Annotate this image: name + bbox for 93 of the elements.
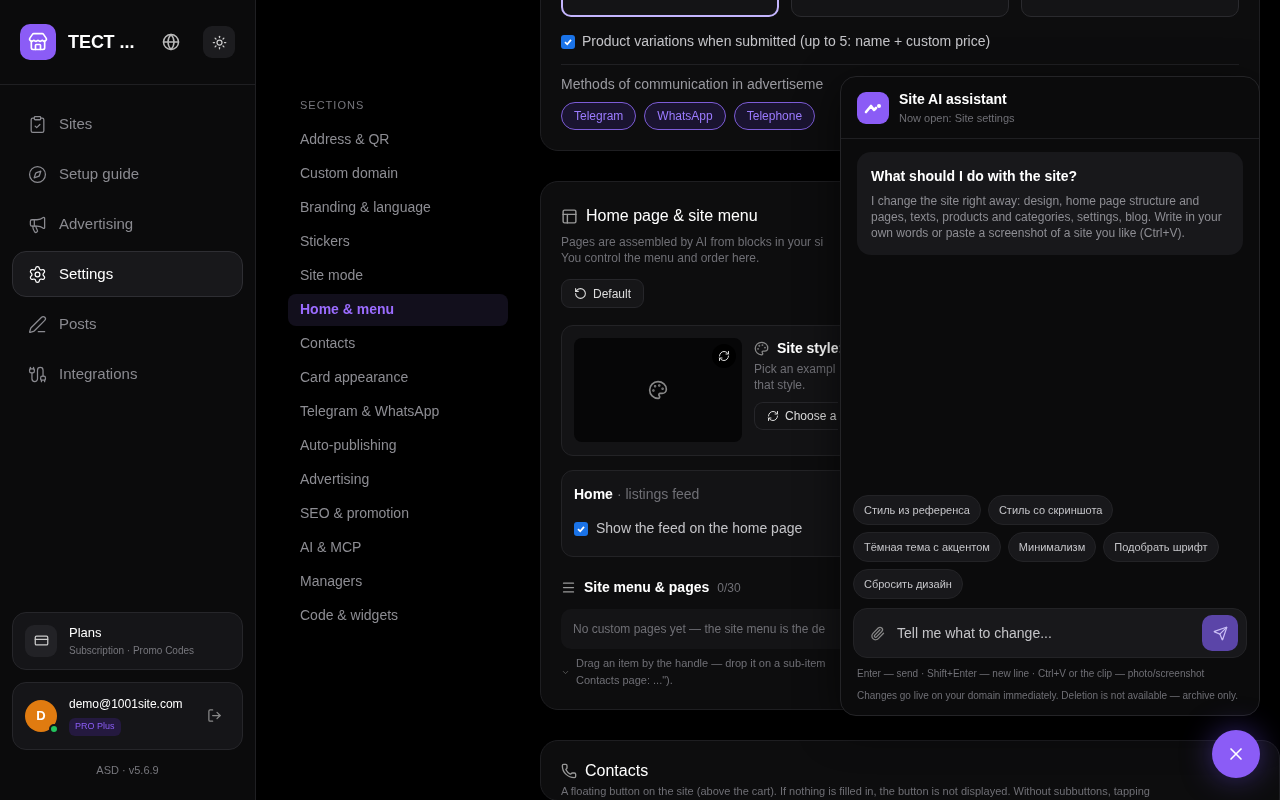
nav-item[interactable]: Integrations [12, 351, 243, 397]
section-link[interactable]: SEO & promotion [288, 497, 508, 530]
suggestion-chip[interactable]: Сбросить дизайн [853, 569, 963, 599]
paperclip-icon[interactable] [870, 625, 885, 641]
menu-icon [561, 580, 576, 595]
input-hint: Enter — send · Shift+Enter — new line · Ctrl+V or the clip — photo/screenshot [856, 667, 1206, 681]
check-icon [576, 523, 586, 534]
menu-hint: Drag an item by the handle — drop it on a sub-item Contacts page: ..."). [576, 656, 826, 688]
assistant-logo-icon [857, 91, 889, 124]
card-title: Contacts [585, 761, 649, 781]
avatar: D [25, 699, 57, 732]
nav-item[interactable]: Advertising [12, 201, 243, 247]
suggestion-chip[interactable]: Тёмная тема с акцентом [853, 532, 1001, 562]
card-description: A floating button on the site (above the cart). If nothing is filled in, the button is not displayed. Without subbuttons, tapping [561, 785, 1151, 798]
pen-icon [28, 314, 47, 334]
message-title: What should I do with the site? [871, 167, 1079, 186]
plans-card[interactable]: Plans Subscription · Promo Codes [12, 611, 243, 670]
message-body: I change the site right away: design, home page structure and pages, texts, products and categories, settings, blog. Write in your own words or paste a screenshot of a site you like (Ctrl+V). [871, 193, 1223, 241]
methods-label: Methods of communication in advertiseme [561, 75, 825, 94]
card-title: Home page & site menu [586, 206, 758, 226]
message-input[interactable]: Tell me what to change... [897, 622, 1190, 644]
section-link[interactable]: Custom domain [288, 157, 508, 190]
suggestion-chip[interactable]: Подобрать шрифт [1103, 532, 1219, 562]
refresh-icon [718, 350, 730, 362]
section-link[interactable]: Branding & language [288, 191, 508, 224]
checkbox-label: Product variations when submitted (up to 5: name + custom price) [582, 32, 991, 51]
plans-subtitle: Subscription · Promo Codes [69, 643, 195, 658]
notice-text: Changes go live on your domain immediately. Deletion is not available — archive only. [856, 689, 1239, 703]
theme-button[interactable] [203, 26, 235, 58]
logout-icon[interactable] [207, 708, 222, 723]
send-button[interactable] [1202, 615, 1238, 651]
section-link[interactable]: Card appearance [288, 361, 508, 394]
menu-title: Site menu & pages [584, 578, 710, 597]
card-description: Pages are assembled by AI from blocks in your si You control the menu and order here. [561, 234, 824, 266]
section-link[interactable]: Contacts [288, 327, 508, 360]
refresh-icon [767, 410, 779, 422]
suggestion-chip[interactable]: Стиль из референса [853, 495, 981, 525]
assistant-title: Site AI assistant [899, 89, 1008, 109]
plans-title: Plans [69, 624, 103, 643]
section-link[interactable]: AI & MCP [288, 531, 508, 564]
default-button[interactable]: Default [561, 279, 645, 308]
section-link[interactable]: Home & menu [288, 293, 508, 326]
plan-badge: PRO Plus [69, 718, 121, 736]
site-title: ТЕСТ ... [68, 30, 136, 54]
suggestion-chip[interactable]: Минимализм [1007, 532, 1097, 562]
method-chip[interactable]: WhatsApp [644, 102, 726, 130]
refresh-button[interactable] [712, 344, 736, 368]
assistant-subtitle: Now open: Site settings [899, 110, 1015, 126]
palette-icon [648, 380, 668, 400]
choose-button[interactable]: Choose a [754, 402, 838, 430]
checkbox[interactable] [574, 521, 588, 536]
store-logo-icon [20, 24, 56, 60]
nav-item[interactable]: Settings [12, 251, 243, 297]
check-icon [563, 36, 573, 47]
phone-icon [561, 763, 577, 779]
account-email: demo@1001site.com [69, 696, 183, 714]
section-link[interactable]: Managers [288, 565, 508, 598]
menu-count: 0/30 [717, 579, 741, 597]
credit-card-icon [33, 633, 49, 648]
version-label: ASD · v5.6.9 [95, 762, 160, 778]
megaphone-icon [28, 214, 47, 234]
clipboard-icon [28, 114, 47, 134]
checkbox[interactable] [561, 34, 575, 49]
section-link[interactable]: Site mode [288, 259, 508, 292]
layout-icon [561, 207, 578, 225]
section-link[interactable]: Auto-publishing [288, 429, 508, 462]
section-link[interactable]: Advertising [288, 463, 508, 496]
feed-subtitle: · listings feed [616, 485, 700, 504]
compass-icon [28, 164, 47, 184]
palette-icon [754, 341, 769, 356]
method-chip[interactable]: Telegram [561, 102, 637, 130]
close-button[interactable] [1212, 730, 1260, 778]
nav-item[interactable]: Setup guide [12, 151, 243, 197]
section-link[interactable]: Code & widgets [288, 599, 508, 632]
section-link[interactable]: Telegram & WhatsApp [288, 395, 508, 428]
section-link[interactable]: Stickers [288, 225, 508, 258]
sections-heading: SECTIONS [299, 98, 366, 113]
message-field[interactable]: Tell me what to change... [853, 608, 1247, 658]
style-description: Pick an exampl that style. [754, 361, 836, 393]
nav-item[interactable]: Sites [12, 101, 243, 147]
empty-pages-text: No custom pages yet — the site menu is the de [573, 621, 826, 638]
checkbox-label: Show the feed on the home page [596, 519, 803, 538]
nav-item[interactable]: Posts [12, 301, 243, 347]
suggestion-chip[interactable]: Стиль со скриншота [987, 495, 1114, 525]
feed-title: Home [574, 485, 613, 504]
undo-icon [574, 287, 587, 300]
method-chip[interactable]: Telephone [733, 102, 816, 130]
globe-icon[interactable] [162, 33, 180, 51]
settings-icon [28, 264, 47, 284]
send-icon [1212, 625, 1228, 641]
sun-icon [211, 34, 227, 50]
plug-icon [28, 364, 47, 384]
section-link[interactable]: Address & QR [288, 123, 508, 156]
